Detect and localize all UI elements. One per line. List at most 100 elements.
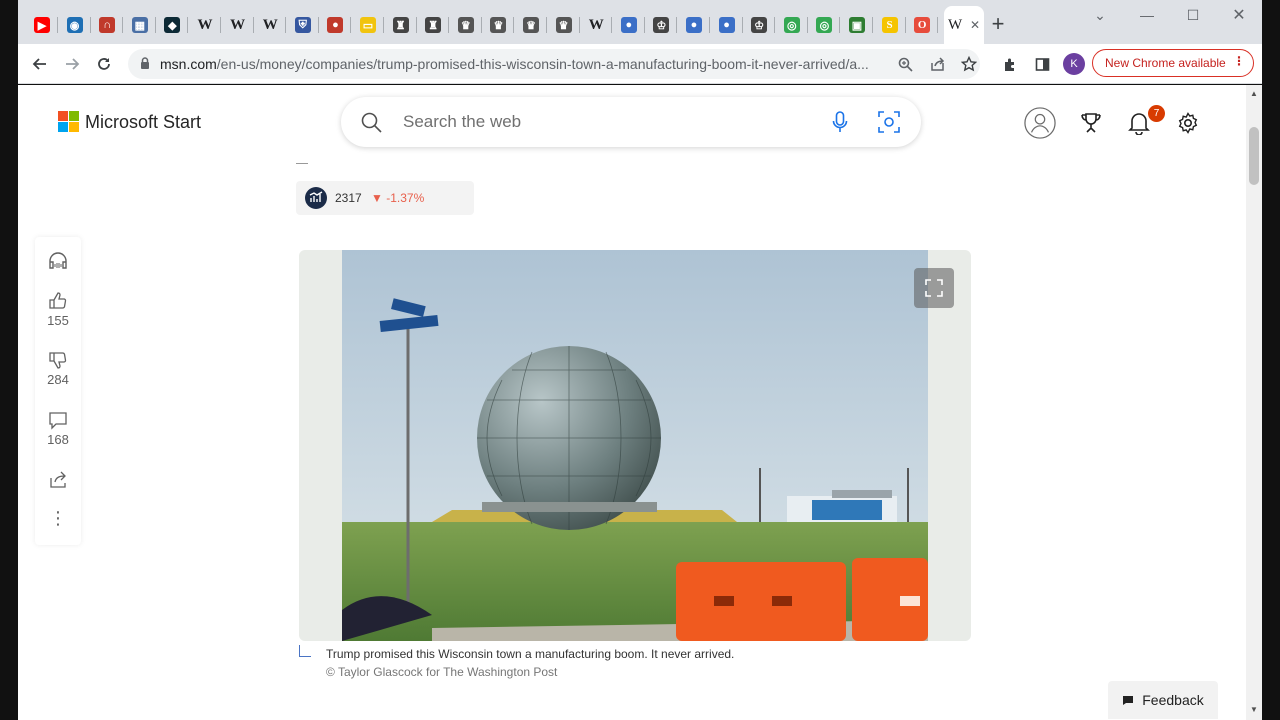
share-button[interactable] (35, 470, 81, 492)
more-options-icon[interactable]: ⋮ (35, 509, 81, 527)
logo-green-square (69, 111, 79, 121)
close-window-button[interactable]: ✕ (1219, 4, 1259, 26)
minimize-button[interactable]: — (1127, 4, 1167, 26)
shield-icon: ⛨ (294, 17, 311, 33)
browser-tab[interactable]: ◎ (808, 8, 841, 42)
browser-tab[interactable]: ♛ (450, 8, 482, 42)
url-text[interactable]: msn.com/en-us/money/companies/trump-prom… (160, 56, 890, 72)
msn-header: Microsoft Start Search the web 7 (18, 85, 1246, 161)
browser-tab[interactable]: W (222, 8, 254, 42)
search-box[interactable]: Search the web (341, 97, 921, 147)
tab-search-chevron-icon[interactable]: ⌄ (1080, 4, 1120, 26)
reload-button[interactable] (90, 50, 118, 78)
rewards-trophy-icon[interactable] (1075, 107, 1107, 139)
browser-tab[interactable]: W (254, 8, 287, 42)
thumbs-down-icon (49, 352, 67, 369)
chess-icon: ♜ (425, 17, 442, 33)
visual-search-icon[interactable] (878, 111, 900, 133)
caption-marker (299, 645, 311, 657)
like-button[interactable]: 155 (35, 291, 81, 328)
browser-tab[interactable]: ♜ (417, 8, 450, 42)
browser-tab[interactable]: ◉ (59, 8, 91, 42)
logo-red-square (58, 111, 68, 121)
arc-icon: ∩ (99, 17, 116, 33)
profile-avatar[interactable]: K (1063, 53, 1085, 75)
address-bar[interactable]: msn.com/en-us/money/companies/trump-prom… (128, 49, 980, 79)
back-button[interactable] (26, 50, 54, 78)
globe-icon: ◉ (66, 17, 83, 33)
browser-tab[interactable]: ⛨ (287, 8, 319, 42)
browser-tab[interactable]: ● (319, 8, 352, 42)
browser-tab[interactable]: O (906, 8, 939, 42)
new-tab-button[interactable]: + (986, 11, 1010, 36)
browser-tab[interactable]: ▭ (352, 8, 384, 42)
notification-count-badge: 7 (1148, 105, 1165, 122)
browser-window: W ✕ + ⌄ — ☐ ✕ msn.com/en-us/money/compan… (0, 0, 1280, 720)
more-menu-icon[interactable]: ⋮ (1233, 54, 1245, 68)
browser-tab[interactable]: ♛ (482, 8, 515, 42)
article-hero-image[interactable] (299, 250, 971, 641)
maximize-button[interactable]: ☐ (1173, 4, 1213, 26)
owl-icon: ◎ (816, 17, 833, 33)
browser-toolbar: msn.com/en-us/money/companies/trump-prom… (18, 44, 1262, 84)
browser-tab[interactable]: ▦ (124, 8, 156, 42)
crest-icon: ♛ (490, 17, 507, 33)
share-icon[interactable] (928, 55, 946, 73)
crown-icon: ♔ (653, 17, 670, 33)
microsoft-logo-icon[interactable] (58, 111, 79, 132)
browser-tab[interactable]: ▶ (26, 8, 58, 42)
account-icon[interactable] (1024, 107, 1056, 139)
scroll-down-arrow-icon[interactable]: ▼ (1250, 705, 1258, 714)
settings-gear-icon[interactable] (1172, 107, 1204, 139)
owl-icon: ◎ (783, 17, 800, 33)
extensions-puzzle-icon[interactable] (996, 50, 1024, 78)
yellow-square-icon: ▭ (360, 17, 376, 33)
crest-icon: ♛ (457, 17, 474, 33)
feedback-button[interactable]: Feedback (1108, 681, 1218, 719)
close-tab-icon[interactable]: ✕ (970, 18, 980, 32)
side-panel-icon[interactable] (1028, 50, 1056, 78)
listen-headphones-button[interactable] (35, 251, 81, 271)
browser-tab[interactable]: ● (613, 8, 645, 42)
active-tab[interactable]: W ✕ (944, 6, 984, 44)
browser-tab[interactable]: ● (678, 8, 710, 42)
search-input[interactable]: Search the web (403, 112, 521, 132)
page-scrollbar[interactable]: ▲ ▼ (1246, 85, 1262, 720)
browser-tab[interactable]: ◎ (776, 8, 808, 42)
fullscreen-expand-button[interactable] (914, 268, 954, 308)
browser-tab[interactable]: ♔ (743, 8, 776, 42)
green-grid-icon: ▣ (849, 17, 865, 33)
browser-tab[interactable]: ♜ (385, 8, 417, 42)
browser-tab[interactable]: ♛ (515, 8, 547, 42)
browser-tab[interactable]: ● (711, 8, 743, 42)
wikipedia-icon: W (588, 16, 604, 33)
stock-ticker-chip[interactable]: 2317 ▼ -1.37% (296, 181, 474, 215)
calendar-icon: ▦ (131, 17, 148, 33)
dislike-button[interactable]: 284 (35, 350, 81, 387)
browser-tab[interactable]: S (874, 8, 906, 42)
wikipedia-icon: W (230, 16, 246, 33)
brand-name[interactable]: Microsoft Start (85, 112, 201, 133)
browser-tab[interactable]: ∩ (91, 8, 124, 42)
chart-icon (305, 187, 327, 209)
lock-icon[interactable] (140, 57, 150, 70)
browser-tab[interactable]: ♔ (645, 8, 678, 42)
dark-site-icon: ◆ (164, 17, 181, 33)
scroll-up-arrow-icon[interactable]: ▲ (1250, 89, 1258, 98)
scroll-thumb[interactable] (1249, 127, 1259, 185)
new-chrome-available-button[interactable]: New Chrome available ⋮ (1092, 49, 1254, 77)
browser-tab[interactable]: ▣ (841, 8, 873, 42)
url-host: msn.com (160, 56, 217, 72)
zoom-icon[interactable] (896, 55, 914, 73)
forward-button[interactable] (58, 50, 86, 78)
headphones-icon (49, 252, 67, 269)
browser-tab[interactable]: W (189, 8, 221, 42)
microphone-icon[interactable] (832, 111, 848, 133)
comments-button[interactable]: 168 (35, 410, 81, 447)
browser-tab[interactable]: W (580, 8, 613, 42)
browser-tab[interactable]: ♛ (548, 8, 580, 42)
bookmark-star-icon[interactable] (960, 55, 978, 73)
logo-yellow-square (69, 122, 79, 132)
ball-icon: ● (327, 17, 344, 33)
browser-tab[interactable]: ◆ (156, 8, 189, 42)
